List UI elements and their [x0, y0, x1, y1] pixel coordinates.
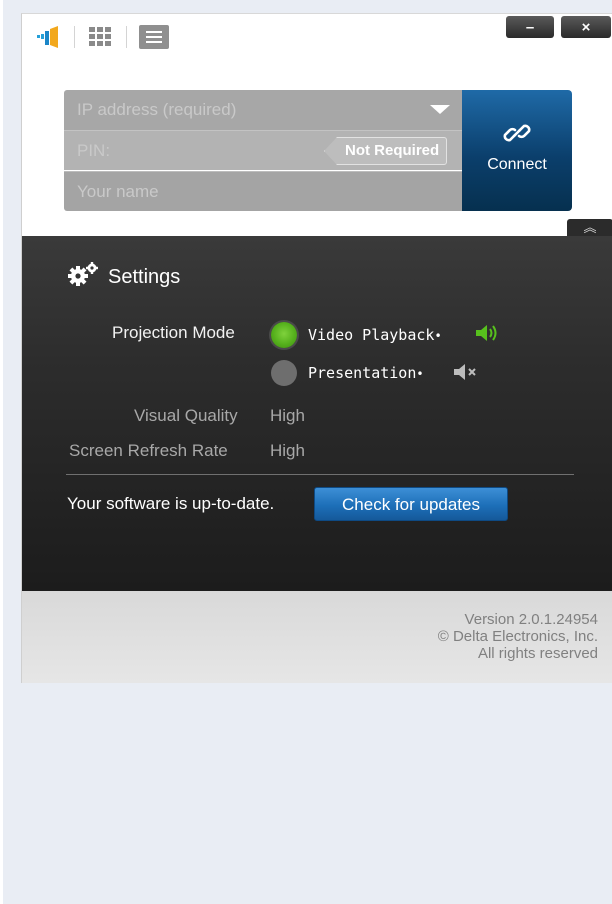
list-icon[interactable] [137, 25, 171, 49]
your-name-field[interactable]: Your name [64, 171, 462, 211]
screen-refresh-rate-value: High [270, 441, 305, 460]
update-status-text: Your software is up-to-date. [67, 494, 275, 513]
your-name-placeholder: Your name [77, 182, 159, 201]
settings-panel: Settings Projection Mode Video Playback•… [22, 236, 612, 591]
settings-divider [66, 474, 574, 475]
about-footer: Version 2.0.1.24954 © Delta Electronics,… [22, 591, 612, 683]
presentation-option[interactable]: Presentation• [308, 364, 424, 382]
gears-icon [68, 262, 98, 286]
double-chevron-up-icon: ︽ [583, 220, 597, 235]
minimize-icon: – [525, 18, 535, 36]
rights-text: All rights reserved [477, 645, 598, 662]
settings-heading: Settings [108, 266, 181, 288]
link-icon [503, 124, 531, 142]
close-button[interactable]: × [561, 16, 611, 38]
visual-quality-value: High [270, 406, 305, 425]
grid-icon[interactable] [86, 25, 114, 49]
copyright-text: © Delta Electronics, Inc. [437, 628, 598, 645]
connect-form: IP address (required) PIN: Not Required … [64, 90, 572, 211]
speaker-on-icon [476, 325, 497, 341]
toolbar-separator [74, 26, 75, 48]
projection-mode-label: Projection Mode [112, 323, 235, 342]
video-playback-option[interactable]: Video Playback• [308, 326, 442, 344]
desktop-edge [0, 0, 3, 904]
pin-placeholder: PIN: [77, 141, 111, 160]
speaker-muted-icon [454, 364, 476, 380]
app-logo-icon[interactable] [36, 25, 62, 49]
visual-quality-label: Visual Quality [134, 406, 238, 425]
presentation-label: Presentation [308, 364, 417, 382]
chevron-down-icon[interactable] [430, 105, 450, 114]
connect-button[interactable]: Connect [462, 90, 572, 211]
version-text: Version 2.0.1.24954 [464, 611, 598, 628]
radio-video-playback[interactable] [271, 322, 297, 348]
close-icon: × [581, 18, 591, 36]
screen-refresh-rate-label: Screen Refresh Rate [69, 441, 228, 460]
app-window: – × IP address (required) PIN: Not Requi… [21, 13, 612, 683]
minimize-button[interactable]: – [506, 16, 554, 38]
check-for-updates-button[interactable]: Check for updates [314, 487, 508, 521]
connect-label: Connect [487, 156, 547, 173]
ip-address-placeholder: IP address (required) [77, 100, 237, 119]
radio-presentation[interactable] [271, 360, 297, 386]
pin-not-required-badge: Not Required [324, 137, 448, 165]
ip-address-field[interactable]: IP address (required) [64, 90, 462, 130]
toolbar-separator [126, 26, 127, 48]
video-playback-label: Video Playback [308, 326, 435, 344]
collapse-settings-button[interactable]: ︽ [567, 219, 612, 237]
